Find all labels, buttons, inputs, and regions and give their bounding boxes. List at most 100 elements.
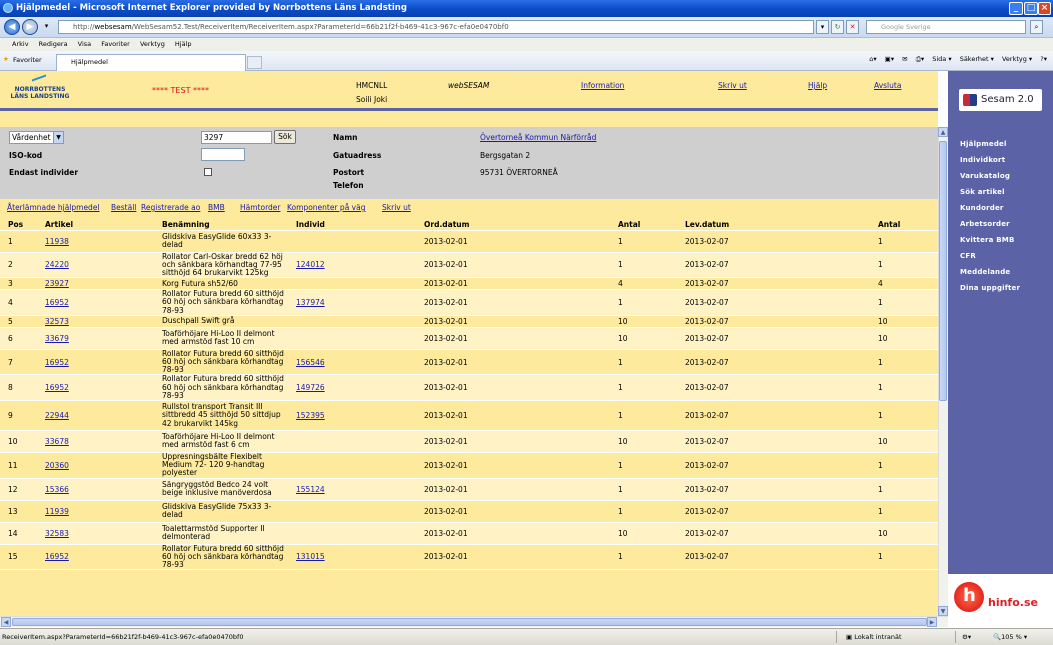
link-information[interactable]: Information <box>581 81 624 90</box>
cell-individ-link[interactable]: 156546 <box>296 358 325 367</box>
search-icon[interactable]: ⌕ <box>1030 20 1043 34</box>
menu-verktyg[interactable]: Verktyg <box>140 40 165 48</box>
cell-artikel-link[interactable]: 32583 <box>45 529 69 538</box>
stop-icon[interactable]: ✕ <box>846 20 859 34</box>
link-komponenter[interactable]: Komponenter på väg <box>287 203 365 212</box>
menu-favoriter[interactable]: Favoriter <box>101 40 130 48</box>
sidebar-item-sok-artikel[interactable]: Sök artikel <box>960 188 1005 196</box>
browser-tab[interactable]: Hjälpmedel <box>56 54 246 71</box>
sidebar-item-kvittera-bmb[interactable]: Kvittera BMB <box>960 236 1014 244</box>
table-row: 6 33679 Toaförhöjare Hi-Loo II delmont med… <box>0 327 938 350</box>
page-menu[interactable]: Sida ▾ <box>932 55 951 63</box>
feeds-icon[interactable]: ▣▾ <box>885 55 894 63</box>
close-button[interactable]: × <box>1038 2 1051 15</box>
refresh-icon[interactable]: ↻ <box>831 20 844 34</box>
cell-artikel-link[interactable]: 32573 <box>45 317 69 326</box>
link-hjalp[interactable]: Hjälp <box>808 81 827 90</box>
sidebar-item-dina-uppgifter[interactable]: Dina uppgifter <box>960 284 1020 292</box>
cell-artikel-link[interactable]: 33678 <box>45 437 69 446</box>
cell-levdatum-cell: 2013-02-07 <box>677 289 870 316</box>
cell-artikel-link[interactable]: 11938 <box>45 237 69 246</box>
link-aterlamnade[interactable]: Återlämnade hjälpmedel <box>7 203 100 212</box>
link-bmb[interactable]: BMB <box>208 203 225 212</box>
protected-mode-icon[interactable]: ⚙▾ <box>962 629 971 645</box>
sidebar-item-individkort[interactable]: Individkort <box>960 156 1005 164</box>
safety-menu[interactable]: Säkerhet ▾ <box>960 55 994 63</box>
mail-icon[interactable]: ✉ <box>902 55 907 63</box>
namn-link[interactable]: Övertorneå Kommun Närförråd <box>480 133 596 142</box>
tools-menu[interactable]: Verktyg ▾ <box>1002 55 1032 63</box>
sidebar-item-meddelande[interactable]: Meddelande <box>960 268 1010 276</box>
link-avsluta[interactable]: Avsluta <box>874 81 901 90</box>
cell-artikel-link[interactable]: 11939 <box>45 507 69 516</box>
scroll-left-icon[interactable]: ◀ <box>1 617 11 627</box>
history-dropdown-icon[interactable]: ▾ <box>40 20 53 34</box>
cell-antal2: 1 <box>878 506 883 516</box>
id-input[interactable]: 3297 <box>201 131 272 144</box>
vertical-scroll-thumb[interactable] <box>939 141 947 401</box>
cell-artikel-link[interactable]: 16952 <box>45 552 69 561</box>
table-row: 8 16952 Rollator Futura bredd 60 sitthöjd … <box>0 375 938 401</box>
sidebar-item-cfr[interactable]: CFR <box>960 252 976 260</box>
scroll-up-icon[interactable]: ▲ <box>938 127 948 137</box>
cell-artikel-link[interactable]: 16952 <box>45 358 69 367</box>
iso-input[interactable] <box>201 148 245 161</box>
cell-artikel-cell: 11938 <box>37 230 154 253</box>
ie-icon <box>3 3 13 13</box>
forward-button[interactable]: ▶ <box>22 19 38 35</box>
unit-type-select[interactable]: Vårdenhet ▼ <box>9 131 64 144</box>
home-icon[interactable]: ⌂▾ <box>869 55 876 63</box>
cell-artikel-link[interactable]: 16952 <box>45 383 69 392</box>
link-bestall[interactable]: Beställ <box>111 203 136 212</box>
menu-arkiv[interactable]: Arkiv <box>12 40 29 48</box>
cell-artikel-link[interactable]: 20360 <box>45 461 69 470</box>
zone-indicator: ▣ Lokalt intranät <box>846 629 902 645</box>
cell-individ-link[interactable]: 137974 <box>296 298 325 307</box>
only-individuals-checkbox[interactable] <box>204 168 212 176</box>
scroll-down-icon[interactable]: ▼ <box>938 606 948 616</box>
menu-redigera[interactable]: Redigera <box>39 40 68 48</box>
minimize-button[interactable]: _ <box>1009 2 1023 15</box>
maximize-button[interactable]: □ <box>1024 2 1038 15</box>
sidebar-item-arbetsorder[interactable]: Arbetsorder <box>960 220 1010 228</box>
link-skriv-ut[interactable]: Skriv ut <box>718 81 747 90</box>
link-skriv-ut-list[interactable]: Skriv ut <box>382 203 411 212</box>
print-icon[interactable]: ⎙▾ <box>916 55 924 63</box>
cell-artikel-link[interactable]: 22944 <box>45 411 69 420</box>
link-hamtorder[interactable]: Hämtorder <box>240 203 280 212</box>
order-table: Pos Artikel Benämning Individ Ord.datum … <box>0 219 938 571</box>
cell-individ-link[interactable]: 124012 <box>296 260 325 269</box>
org-code: HMCNLL <box>356 81 388 90</box>
cell-individ-link[interactable]: 152395 <box>296 411 325 420</box>
scroll-right-icon[interactable]: ▶ <box>927 617 937 627</box>
cell-orddatum: 2013-02-01 <box>424 357 468 367</box>
cell-artikel-link[interactable]: 33679 <box>45 334 69 343</box>
zoom-control[interactable]: 🔍105 % ▾ <box>993 629 1027 645</box>
horizontal-scroll-thumb[interactable] <box>12 618 927 626</box>
favorites-button[interactable]: Favoriter <box>13 56 42 64</box>
new-tab-button[interactable] <box>247 56 262 69</box>
cell-benamning: Rollator Futura bredd 60 sitthöjd 60 höj… <box>162 289 284 315</box>
cell-artikel-link[interactable]: 24220 <box>45 260 69 269</box>
link-registrerade-ao[interactable]: Registrerade ao <box>141 203 200 212</box>
sidebar-item-kundorder[interactable]: Kundorder <box>960 204 1004 212</box>
menu-visa[interactable]: Visa <box>78 40 91 48</box>
url-field[interactable]: http://websesam/WebSesam52.Test/Receiver… <box>58 20 814 34</box>
cell-individ-link[interactable]: 149726 <box>296 383 325 392</box>
menu-hjalp[interactable]: Hjälp <box>175 40 192 48</box>
cell-artikel-link[interactable]: 23927 <box>45 279 69 288</box>
cell-artikel-link[interactable]: 16952 <box>45 298 69 307</box>
cell-individ-link[interactable]: 131015 <box>296 552 325 561</box>
cell-artikel-link[interactable]: 15366 <box>45 485 69 494</box>
search-button[interactable]: Sök <box>274 130 296 144</box>
cell-levdatum-cell: 2013-02-07 <box>677 349 870 376</box>
cell-pos: 12 <box>8 484 18 494</box>
table-row: 2 24220 Rollator Carl-Oskar bredd 62 höj o… <box>0 252 938 279</box>
help-icon[interactable]: ?▾ <box>1040 55 1047 63</box>
url-dropdown-icon[interactable]: ▾ <box>816 20 829 34</box>
back-button[interactable]: ◀ <box>4 19 20 35</box>
search-input[interactable]: Google Sverige <box>866 20 1026 34</box>
cell-individ-link[interactable]: 155124 <box>296 485 325 494</box>
sidebar-item-varukatalog[interactable]: Varukatalog <box>960 172 1010 180</box>
sidebar-item-hjalpmedel[interactable]: Hjälpmedel <box>960 140 1007 148</box>
